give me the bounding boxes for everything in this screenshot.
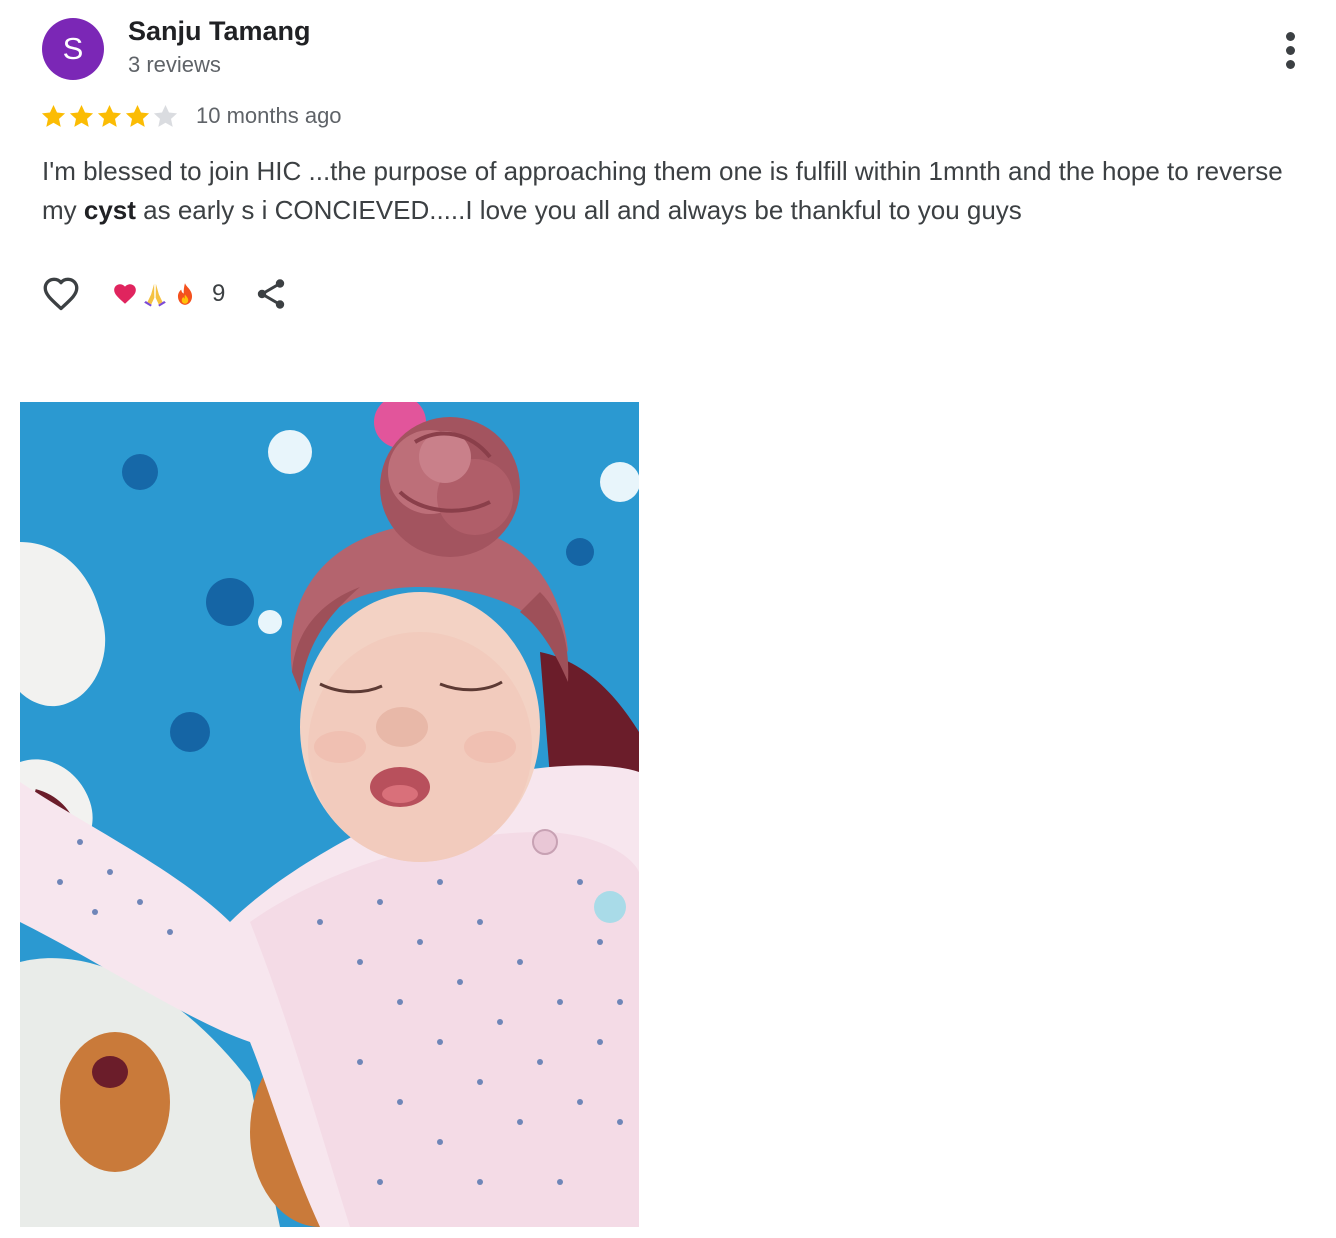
star-rating <box>40 103 179 130</box>
rating-row: 10 months ago <box>40 100 342 132</box>
fire-emoji-icon <box>177 283 193 305</box>
praying-hands-emoji-icon <box>144 283 166 307</box>
baby-photo-image <box>20 402 639 1227</box>
star-icon <box>125 104 150 127</box>
reaction-count: 9 <box>212 280 226 307</box>
star-empty-icon <box>153 104 178 127</box>
avatar[interactable]: S <box>42 18 104 80</box>
heart-emoji-icon <box>114 284 136 304</box>
review-card: S Sanju Tamang 3 reviews 10 months ago I… <box>0 0 1336 1238</box>
review-text-part: as early s i CONCIEVED.....I love you al… <box>135 195 1022 225</box>
star-icon <box>41 104 66 127</box>
heart-outline-icon[interactable] <box>40 273 82 315</box>
author-reviews-count[interactable]: 3 reviews <box>128 52 221 78</box>
review-actions: 9 <box>40 272 289 316</box>
review-text: I'm blessed to join HIC ...the purpose o… <box>42 152 1292 230</box>
share-icon[interactable] <box>253 276 289 312</box>
more-vert-icon <box>1286 32 1295 41</box>
reactions-summary[interactable]: 9 <box>112 280 225 308</box>
star-icon <box>97 104 122 127</box>
more-options-button[interactable] <box>1274 28 1308 72</box>
review-date: 10 months ago <box>196 103 342 128</box>
review-photo[interactable] <box>20 402 639 1227</box>
review-text-highlight: cyst <box>83 195 136 225</box>
star-icon <box>69 104 94 127</box>
author-name[interactable]: Sanju Tamang <box>128 16 311 47</box>
